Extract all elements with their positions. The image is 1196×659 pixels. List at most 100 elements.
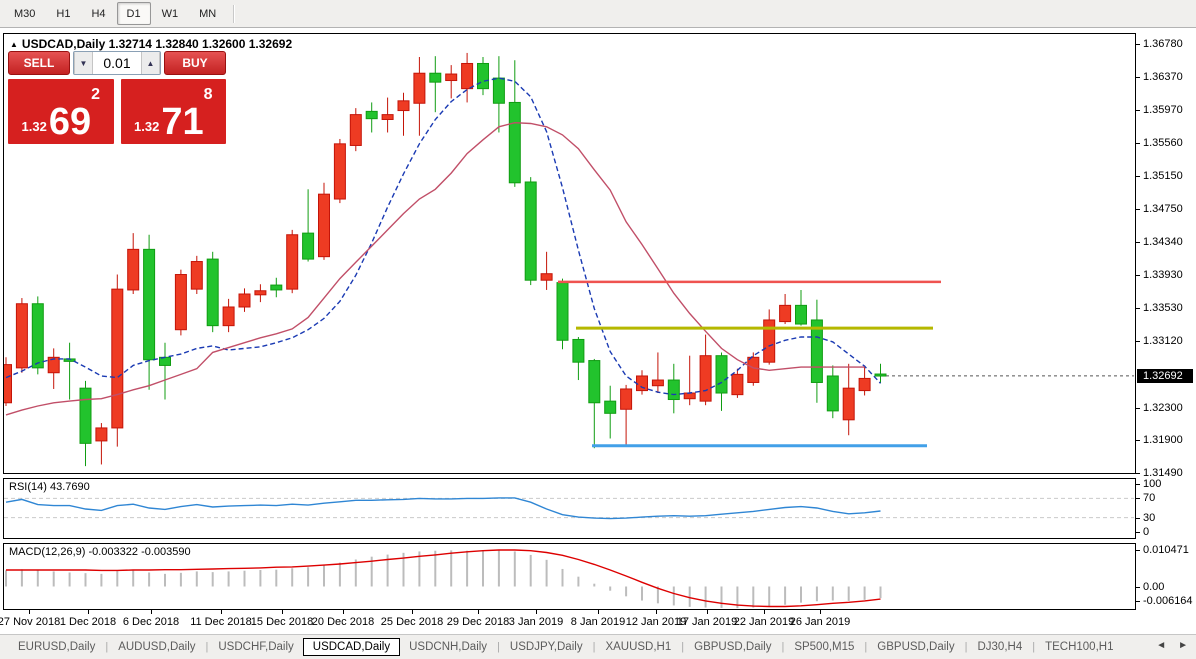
price-scale[interactable]: 1.367801.363701.359701.355601.351501.347… [1136, 28, 1196, 634]
macd-label: MACD(12,26,9) -0.003322 -0.003590 [9, 546, 191, 558]
chevron-up-icon: ▲ [147, 59, 155, 68]
tab-gbpusd-daily[interactable]: GBPUSD,Daily [873, 639, 958, 655]
price-tick-label-tick [1136, 110, 1140, 111]
price-tick-label: 1.34750 [1143, 203, 1183, 215]
price-tick-label-tick [1136, 242, 1140, 243]
buy-button[interactable]: BUY [164, 51, 226, 75]
date-tick [412, 610, 413, 614]
date-label: 17 Jan 2019 [677, 616, 738, 628]
price-tick-label-tick [1136, 341, 1140, 342]
buy-price-prefix: 1.32 [134, 119, 159, 134]
timeframe-button-d1[interactable]: D1 [117, 2, 151, 25]
date-label: 20 Dec 2018 [312, 616, 374, 628]
date-tick [536, 610, 537, 614]
date-tick [478, 610, 479, 614]
date-label: 29 Dec 2018 [447, 616, 509, 628]
date-tick [343, 610, 344, 614]
date-label: 11 Dec 2018 [190, 616, 252, 628]
tab-sp500-m15[interactable]: SP500,M15 [790, 639, 858, 655]
current-price-tag: 1.32692 [1137, 369, 1193, 383]
date-label: 1 Dec 2018 [60, 616, 116, 628]
time-axis[interactable]: 27 Nov 20181 Dec 20186 Dec 201811 Dec 20… [0, 610, 1196, 634]
tab-separator: | [497, 641, 500, 653]
rsi-scale-label: 100 [1143, 478, 1161, 490]
rsi-scale-label: 30 [1143, 512, 1155, 524]
macd-scale-label-tick [1136, 601, 1140, 602]
collapse-triangle-icon[interactable]: ▲ [10, 40, 18, 49]
date-tick [88, 610, 89, 614]
tab-usdchf-daily[interactable]: USDCHF,Daily [214, 639, 297, 655]
rsi-scale-label: 70 [1143, 492, 1155, 504]
buy-price-sup: 8 [204, 86, 213, 104]
timeframe-button-h4[interactable]: H4 [81, 2, 115, 25]
price-tick-label: 1.31900 [1143, 434, 1183, 446]
macd-scale-label-tick [1136, 587, 1140, 588]
price-tick-label-tick [1136, 408, 1140, 409]
price-tick-label: 1.35150 [1143, 170, 1183, 182]
volume-decrease-button[interactable]: ▼ [74, 52, 93, 74]
tabs-scroll-left-icon[interactable]: ◄ [1156, 640, 1166, 651]
rsi-scale-label-tick [1136, 532, 1140, 533]
timeframe-button-mn[interactable]: MN [189, 2, 226, 25]
tab-separator: | [965, 641, 968, 653]
timeframe-button-h1[interactable]: H1 [46, 2, 80, 25]
tab-tech100-h1[interactable]: TECH100,H1 [1041, 639, 1117, 655]
date-tick [598, 610, 599, 614]
tab-gbpusd-daily[interactable]: GBPUSD,Daily [690, 639, 775, 655]
macd-scale-label: 0.010471 [1143, 544, 1189, 556]
tab-usdjpy-daily[interactable]: USDJPY,Daily [506, 639, 587, 655]
tab-separator: | [781, 641, 784, 653]
timeframe-button-m30[interactable]: M30 [4, 2, 45, 25]
tab-dj30-h4[interactable]: DJ30,H4 [973, 639, 1026, 655]
buy-price-panel[interactable]: 1.32 71 8 [121, 79, 227, 144]
volume-input[interactable]: 0.01 [93, 52, 141, 74]
price-tick-label: 1.36780 [1143, 38, 1183, 50]
price-tick-label-tick [1136, 209, 1140, 210]
tab-separator: | [593, 641, 596, 653]
tab-separator: | [206, 641, 209, 653]
date-tick [282, 610, 283, 614]
price-tick-label: 1.33120 [1143, 335, 1183, 347]
price-tick-label-tick [1136, 44, 1140, 45]
date-tick [764, 610, 765, 614]
tab-usdcnh-daily[interactable]: USDCNH,Daily [405, 639, 491, 655]
macd-scale-label: -0.006164 [1143, 595, 1193, 607]
date-label: 26 Jan 2019 [790, 616, 851, 628]
tab-separator: | [681, 641, 684, 653]
tabs-scroll-right-icon[interactable]: ► [1178, 640, 1188, 651]
sell-price-prefix: 1.32 [22, 119, 47, 134]
tab-eurusd-daily[interactable]: EURUSD,Daily [14, 639, 99, 655]
rsi-scale-label-tick [1136, 484, 1140, 485]
rsi-chart [4, 479, 1135, 538]
price-tick-label-tick [1136, 77, 1140, 78]
tab-audusd-daily[interactable]: AUDUSD,Daily [114, 639, 199, 655]
sell-button[interactable]: SELL [8, 51, 70, 75]
tab-xauusd-h1[interactable]: XAUUSD,H1 [601, 639, 675, 655]
sell-price-panel[interactable]: 1.32 69 2 [8, 79, 114, 144]
timeframe-button-w1[interactable]: W1 [152, 2, 189, 25]
rsi-scale-label: 0 [1143, 526, 1149, 538]
price-tick-label: 1.32300 [1143, 402, 1183, 414]
date-label: 25 Dec 2018 [381, 616, 443, 628]
macd-indicator-panel[interactable]: MACD(12,26,9) -0.003322 -0.003590 [3, 543, 1136, 610]
sell-price-sup: 2 [91, 86, 100, 104]
price-tick-label-tick [1136, 275, 1140, 276]
date-label: 6 Dec 2018 [123, 616, 179, 628]
toolbar-separator [233, 5, 235, 23]
date-label: 15 Dec 2018 [251, 616, 313, 628]
tab-separator: | [105, 641, 108, 653]
date-tick [707, 610, 708, 614]
price-tick-label: 1.35560 [1143, 137, 1183, 149]
date-label: 8 Jan 2019 [571, 616, 625, 628]
rsi-scale-label-tick [1136, 498, 1140, 499]
chart-title-text: USDCAD,Daily 1.32714 1.32840 1.32600 1.3… [22, 37, 292, 51]
price-tick-label: 1.33530 [1143, 302, 1183, 314]
buy-price-big: 71 [161, 107, 203, 138]
date-tick [221, 610, 222, 614]
price-tick-label: 1.36370 [1143, 71, 1183, 83]
tab-usdcad-daily[interactable]: USDCAD,Daily [303, 638, 400, 656]
volume-increase-button[interactable]: ▲ [141, 52, 160, 74]
date-tick [820, 610, 821, 614]
date-label: 22 Jan 2019 [734, 616, 795, 628]
rsi-indicator-panel[interactable]: RSI(14) 43.7690 [3, 478, 1136, 539]
